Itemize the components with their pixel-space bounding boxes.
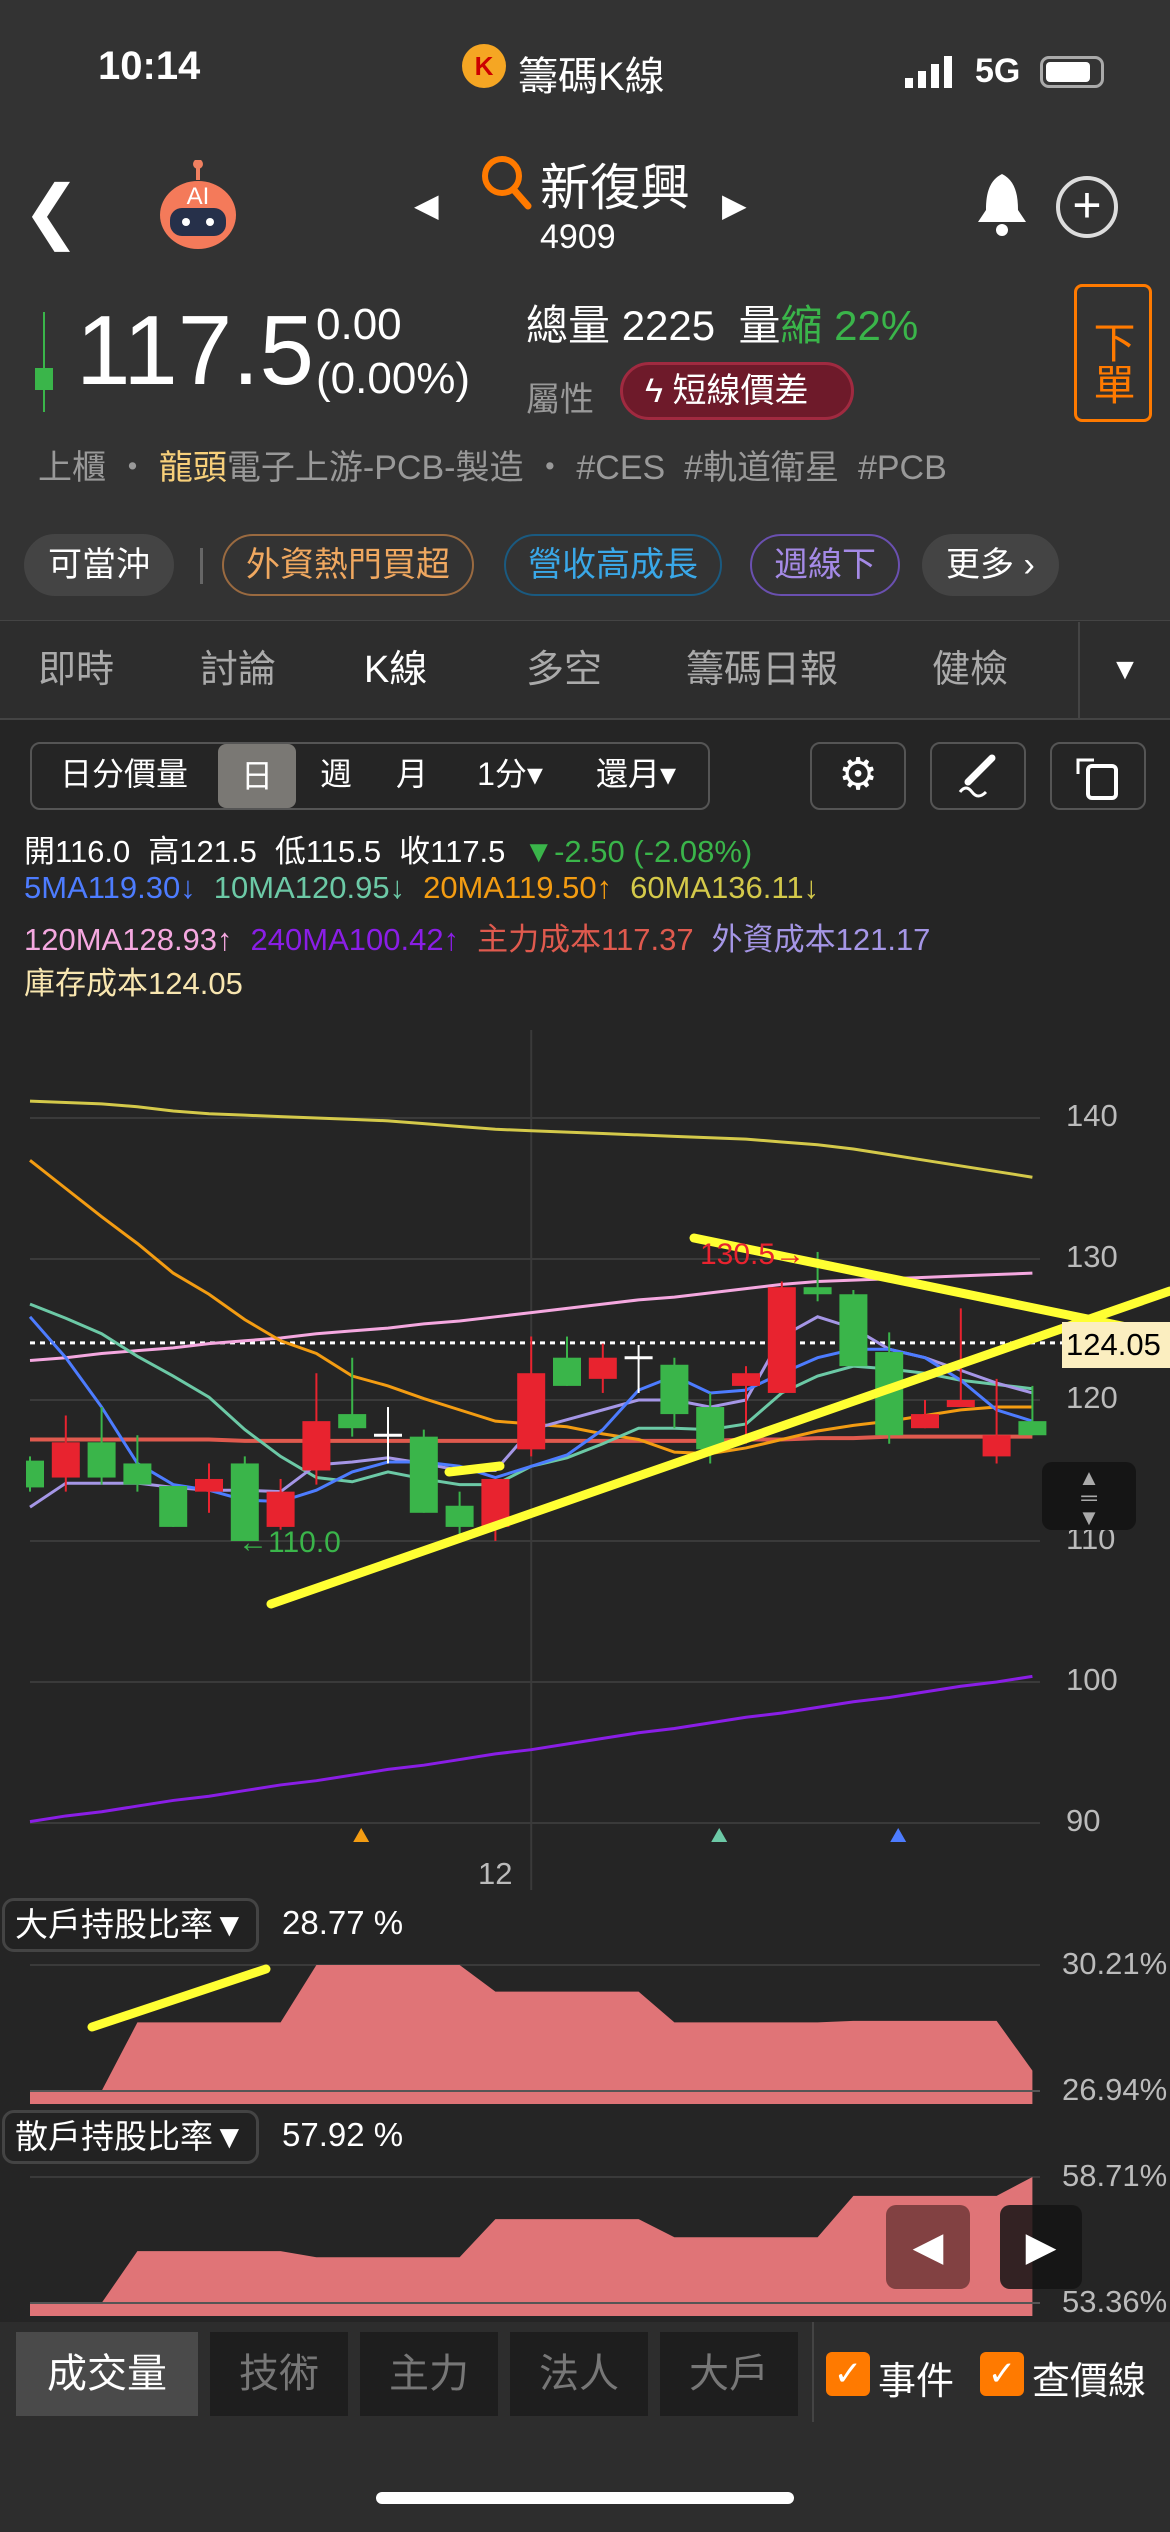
btab-technical[interactable]: 技術	[210, 2332, 348, 2416]
retail-holder-max: 58.71%	[1062, 2158, 1168, 2193]
x-tick-label: 12	[478, 1856, 513, 1891]
big-holder-max: 30.21%	[1062, 1946, 1168, 1981]
kline-chart[interactable]	[0, 0, 1170, 2330]
candle-body	[803, 1287, 832, 1295]
candle-body	[26, 1460, 44, 1488]
retail-holder-selector[interactable]: 散戶持股比率▼	[2, 2110, 259, 2164]
big-holder-selector[interactable]: 大戶持股比率▼	[2, 1898, 259, 1952]
y-tick-label: 100	[1066, 1662, 1118, 1697]
user-trendline	[87, 1964, 271, 2032]
event-marker-icon	[890, 1828, 907, 1842]
candle-body	[409, 1436, 438, 1513]
retail-holder-min: 53.36%	[1062, 2284, 1168, 2319]
candle-body	[87, 1442, 116, 1478]
bottom-divider	[812, 2322, 814, 2422]
scroll-right-button[interactable]: ▶	[1000, 2205, 1082, 2289]
event-marker-icon	[353, 1828, 370, 1842]
candle-body	[302, 1421, 331, 1471]
candle-body	[660, 1364, 689, 1415]
high-price-label: 130.5→	[700, 1238, 806, 1271]
btab-institutional[interactable]: 法人	[510, 2332, 648, 2416]
candle-body	[123, 1463, 152, 1485]
y-tick-label: 140	[1066, 1098, 1118, 1133]
candle-body	[982, 1435, 1011, 1457]
candle-body	[553, 1357, 581, 1386]
price-line-checkbox[interactable]: ✓	[980, 2352, 1024, 2396]
scroll-left-button[interactable]: ◀	[886, 2205, 970, 2289]
candle-body	[266, 1491, 295, 1527]
btab-main-force[interactable]: 主力	[360, 2332, 498, 2416]
candle-body	[195, 1478, 223, 1492]
candle-body	[732, 1373, 760, 1386]
candle-body	[946, 1400, 975, 1408]
big-holder-value: 28.77 %	[282, 1904, 404, 1941]
candle-body	[588, 1357, 617, 1379]
price-line-label: 查價線	[1032, 2361, 1147, 2403]
big-holder-min: 26.94%	[1062, 2072, 1168, 2107]
candle-body	[159, 1486, 188, 1527]
events-label: 事件	[878, 2361, 955, 2403]
candle-body	[338, 1414, 367, 1429]
user-trendline	[444, 1461, 505, 1477]
btab-volume[interactable]: 成交量	[16, 2332, 198, 2416]
btab-big-holder[interactable]: 大戶	[660, 2332, 798, 2416]
events-checkbox[interactable]: ✓	[826, 2352, 870, 2396]
inventory-cost-tag: 124.05	[1062, 1322, 1170, 1368]
candle-body	[839, 1294, 868, 1367]
candle-body	[445, 1505, 474, 1527]
holding-area	[30, 2177, 1033, 2316]
y-tick-label: 130	[1066, 1239, 1118, 1274]
y-tick-label: 90	[1066, 1803, 1101, 1838]
candle-body	[911, 1414, 939, 1429]
user-trendline	[266, 1286, 1170, 1609]
candle-body	[517, 1373, 546, 1450]
event-marker-icon	[711, 1828, 728, 1842]
y-tick-label: 120	[1066, 1380, 1118, 1415]
candle-body	[51, 1442, 80, 1478]
holding-area	[30, 1965, 1033, 2104]
home-indicator	[376, 2492, 794, 2504]
low-price-label: ←110.0	[238, 1526, 341, 1559]
candle-body	[1018, 1421, 1047, 1436]
retail-holder-value: 57.92 %	[282, 2116, 404, 2153]
chart-resize-handle[interactable]: ▲ ═ ▼	[1042, 1462, 1136, 1530]
candle-body	[767, 1287, 796, 1393]
